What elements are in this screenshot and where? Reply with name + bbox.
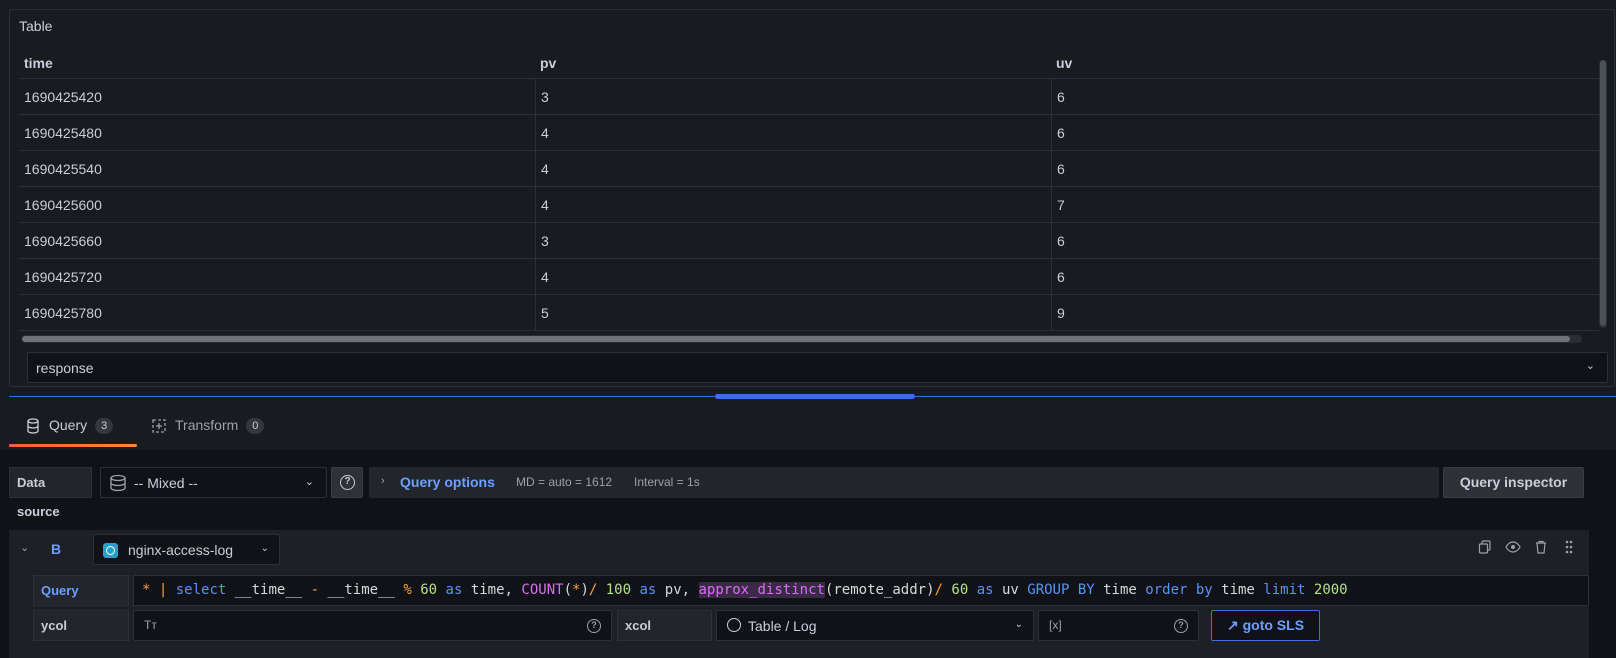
table-cell-pv: 3: [535, 223, 1051, 259]
collapse-chevron-icon[interactable]: ⌄: [20, 541, 29, 554]
table-panel: Table time pv uv 1690425420 3 6 1690425480 4…: [9, 9, 1615, 387]
max-data-points: MD = auto = 1612: [516, 475, 613, 489]
chevron-down-icon: ⌄: [304, 476, 314, 488]
table-row: 1690425720 4 6: [19, 259, 1599, 295]
ycol-input[interactable]: Tт ?: [133, 610, 612, 641]
query-label: Query: [33, 575, 129, 606]
datasource-value: -- Mixed --: [134, 475, 198, 491]
variable-input[interactable]: [x] ?: [1038, 610, 1199, 641]
table-row: 1690425600 4 7: [19, 187, 1599, 223]
chevron-down-icon: ⌄: [1014, 619, 1023, 630]
xcol-select[interactable]: Table / Log ⌄: [716, 610, 1034, 641]
chevron-down-icon: ⌄: [260, 543, 269, 554]
datasource-label: Data source: [9, 467, 92, 519]
query-options-bar[interactable]: › Query options MD = auto = 1612 Interva…: [369, 467, 1439, 498]
editor-tabs: Query 3 Transform 0: [9, 410, 1616, 450]
trash-icon[interactable]: [1533, 540, 1549, 556]
goto-sls-button[interactable]: ↗ goto SLS: [1211, 610, 1320, 641]
table-row: 1690425480 4 6: [19, 115, 1599, 151]
row-actions: [1477, 540, 1577, 556]
table-cell-uv: 6: [1051, 79, 1591, 115]
table-row: 1690425420 3 6: [19, 79, 1599, 115]
active-tab-indicator: [9, 444, 137, 447]
table-cell-uv: 9: [1051, 295, 1591, 331]
tab-transform-label: Transform: [175, 417, 239, 433]
ycol-label: ycol: [33, 610, 129, 641]
column-header-pv[interactable]: pv: [540, 55, 556, 71]
xcol-label: xcol: [617, 610, 712, 641]
table-cell-time: 1690425600: [24, 197, 102, 213]
data-table: time pv uv 1690425420 3 6 1690425480 4 6 16904…: [19, 48, 1607, 333]
table-cell-uv: 6: [1051, 151, 1591, 187]
external-link-icon: ↗: [1226, 617, 1239, 633]
question-circle-icon: ?: [340, 475, 355, 490]
frame-select-value: response: [36, 360, 94, 376]
table-cell-uv: 6: [1051, 259, 1591, 295]
chevron-right-icon: ›: [381, 475, 385, 487]
table-cell-time: 1690425780: [24, 305, 102, 321]
database-icon: [25, 418, 41, 434]
table-row: 1690425540 4 6: [19, 151, 1599, 187]
table-cell-pv: 4: [535, 151, 1051, 187]
splitter-handle[interactable]: [715, 394, 915, 399]
table-cell-uv: 6: [1051, 223, 1591, 259]
column-header-uv[interactable]: uv: [1056, 55, 1072, 71]
query-editor[interactable]: * | select __time__ - __time__ % 60 as t…: [133, 575, 1589, 606]
duplicate-icon[interactable]: [1477, 540, 1493, 556]
table-cell-pv: 4: [535, 259, 1051, 295]
text-type-icon: Tт: [144, 618, 157, 632]
horizontal-scrollbar[interactable]: [22, 335, 1582, 343]
frame-select[interactable]: response ⌄: [27, 352, 1608, 383]
table-cell-pv: 3: [535, 79, 1051, 115]
question-circle-icon[interactable]: ?: [587, 619, 601, 633]
chevron-down-icon: ⌄: [1585, 360, 1595, 372]
table-cell-time: 1690425660: [24, 233, 102, 249]
table-cell-time: 1690425480: [24, 125, 102, 141]
tab-query-label: Query: [49, 417, 88, 433]
table-cell-time: 1690425720: [24, 269, 102, 285]
panel-title: Table: [19, 18, 53, 34]
query-inspector-button[interactable]: Query inspector: [1443, 467, 1584, 498]
sls-logo-icon: [103, 543, 118, 558]
xcol-value: Table / Log: [748, 618, 817, 634]
eye-icon[interactable]: [1505, 540, 1521, 556]
table-cell-uv: 7: [1051, 187, 1591, 223]
table-header: time pv uv: [19, 48, 1599, 79]
table-row: 1690425780 5 9: [19, 295, 1599, 331]
table-cell-time: 1690425540: [24, 161, 102, 177]
transform-icon: [151, 418, 167, 434]
query-datasource-picker[interactable]: nginx-access-log ⌄: [93, 534, 280, 565]
drag-handle-icon[interactable]: [1561, 540, 1577, 556]
tab-transform[interactable]: Transform 0: [151, 416, 265, 450]
table-row: 1690425660 3 6: [19, 223, 1599, 259]
query-datasource-value: nginx-access-log: [128, 542, 234, 558]
goto-sls-label: goto SLS: [1242, 617, 1305, 633]
tab-transform-count: 0: [246, 418, 265, 434]
variable-icon: [x]: [1049, 618, 1062, 632]
table-cell-time: 1690425420: [24, 89, 102, 105]
table-cell-pv: 4: [535, 187, 1051, 223]
query-row-header: ⌄ B nginx-access-log ⌄: [9, 530, 1589, 569]
palette-icon: [727, 618, 741, 632]
table-cell-pv: 5: [535, 295, 1051, 331]
table-body: 1690425420 3 6 1690425480 4 6 1690425540 4 6 1690…: [19, 79, 1599, 331]
datasource-picker[interactable]: -- Mixed -- ⌄: [100, 467, 327, 498]
vertical-scrollbar[interactable]: [1599, 60, 1607, 328]
query-options-title[interactable]: Query options: [400, 474, 495, 490]
column-header-time[interactable]: time: [24, 55, 53, 71]
interval-value: Interval = 1s: [634, 475, 700, 489]
datasource-help-button[interactable]: ?: [331, 467, 363, 498]
table-cell-uv: 6: [1051, 115, 1591, 151]
mixed-datasource-icon: [109, 474, 127, 492]
table-cell-pv: 4: [535, 115, 1051, 151]
question-circle-icon[interactable]: ?: [1174, 619, 1188, 633]
tab-query-count: 3: [95, 418, 114, 434]
query-ref-id[interactable]: B: [51, 541, 61, 557]
